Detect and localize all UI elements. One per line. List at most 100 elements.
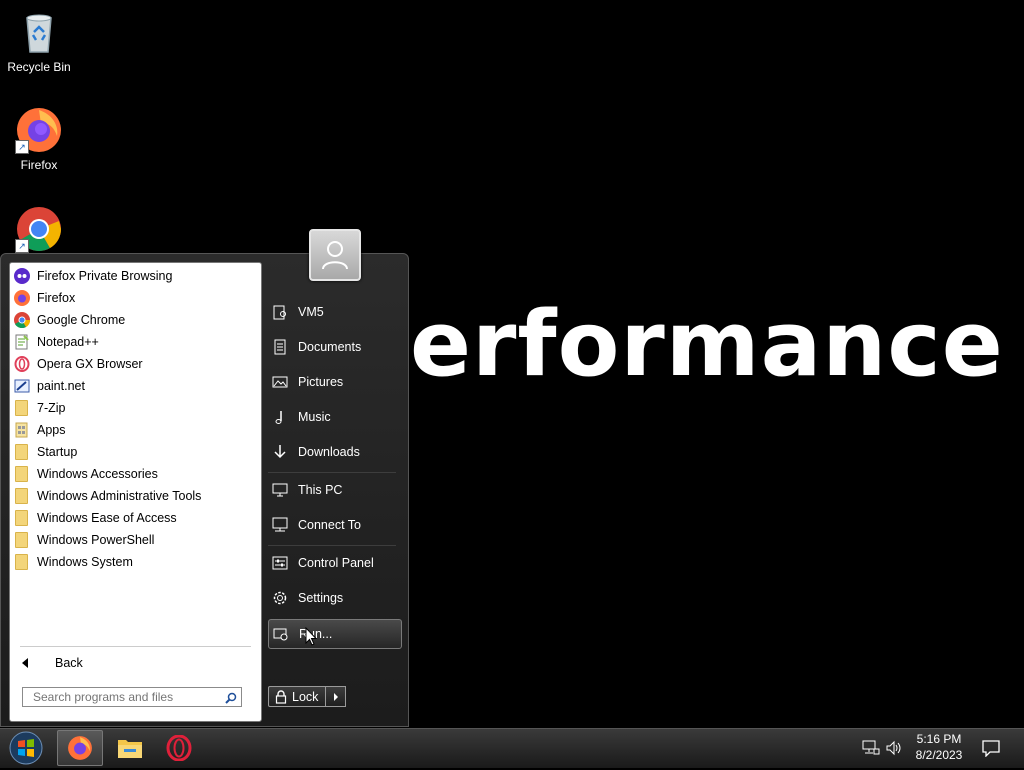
back-separator (20, 646, 251, 647)
search-box[interactable] (22, 687, 242, 707)
program-item-label: Google Chrome (37, 313, 126, 327)
search-icon[interactable] (225, 691, 237, 704)
program-item-label: Windows Accessories (37, 467, 158, 481)
shortcut-arrow-icon: ↗ (15, 239, 29, 253)
program-item-label: Windows Ease of Access (37, 511, 177, 525)
right-item-vm5[interactable]: VM5 (268, 297, 402, 327)
program-item-label: Windows PowerShell (37, 533, 155, 547)
shortcut-arrow-icon: ↗ (15, 140, 29, 154)
program-item-notepad-plus-plus[interactable]: Notepad++ (10, 331, 261, 353)
right-item-label: This PC (298, 483, 343, 497)
folder-icon (15, 466, 28, 482)
run-icon (272, 625, 290, 643)
mouse-cursor (305, 626, 318, 652)
search-input[interactable] (31, 689, 215, 705)
right-item-label: VM5 (298, 305, 324, 319)
right-item-documents[interactable]: Documents (268, 332, 402, 362)
action-center-icon[interactable] (982, 739, 1000, 762)
taskbar-app-file-explorer[interactable] (107, 730, 153, 766)
folder-icon (15, 444, 28, 460)
right-item-label: Documents (298, 340, 362, 354)
lock-icon (275, 689, 287, 704)
opera-gx-icon (14, 356, 30, 372)
program-item-7-zip[interactable]: 7-Zip (10, 397, 261, 419)
right-item-connect-to[interactable]: Connect To (268, 510, 402, 540)
back-label: Back (55, 656, 83, 670)
program-item-label: Opera GX Browser (37, 357, 143, 371)
lock-button[interactable]: Lock (268, 686, 326, 707)
paint-net-icon (14, 378, 30, 394)
program-item-paint-net[interactable]: paint.net (10, 375, 261, 397)
right-item-this-pc[interactable]: This PC (268, 475, 402, 505)
downloads-icon (271, 443, 289, 461)
apps-icon (14, 422, 30, 438)
lock-button-group: Lock (268, 686, 348, 707)
desktop-icon-firefox[interactable]: ↗ Firefox (4, 106, 74, 172)
taskbar-clock[interactable]: 5:16 PM 8/2/2023 (906, 731, 972, 763)
user-avatar-icon (322, 241, 348, 270)
right-item-label: Control Panel (298, 556, 374, 570)
right-item-pictures[interactable]: Pictures (268, 367, 402, 397)
program-item-google-chrome[interactable]: Google Chrome (10, 309, 261, 331)
program-item-windows-accessories[interactable]: Windows Accessories (10, 463, 261, 485)
right-item-label: Pictures (298, 375, 344, 389)
program-item-label: Notepad++ (37, 335, 99, 349)
taskbar-app-firefox[interactable] (57, 730, 103, 766)
program-item-label: 7-Zip (37, 401, 66, 415)
program-item-windows-powershell[interactable]: Windows PowerShell (10, 529, 261, 551)
folder-icon (15, 400, 28, 416)
taskbar-app-opera[interactable] (156, 730, 202, 766)
volume-icon[interactable] (885, 740, 903, 761)
folder-icon (15, 510, 28, 526)
back-arrow-icon (22, 658, 28, 668)
documents-icon (271, 338, 289, 356)
program-item-label: Firefox Private Browsing (37, 269, 173, 283)
program-item-windows-system[interactable]: Windows System (10, 551, 261, 573)
network-icon[interactable] (862, 740, 880, 761)
music-icon (271, 408, 289, 426)
program-item-firefox[interactable]: Firefox (10, 287, 261, 309)
file-explorer-icon (118, 740, 142, 758)
program-item-apps[interactable]: Apps (10, 419, 261, 441)
right-item-control-panel[interactable]: Control Panel (268, 548, 402, 578)
user-account-picture[interactable] (309, 229, 361, 281)
program-item-label: Windows Administrative Tools (37, 489, 202, 503)
wallpaper-text: erformance (410, 292, 1004, 397)
program-item-startup[interactable]: Startup (10, 441, 261, 463)
right-item-label: Settings (298, 591, 344, 605)
right-item-downloads[interactable]: Downloads (268, 437, 402, 467)
desktop-icon-label: Firefox (20, 158, 58, 172)
firefox-icon: ↗ (15, 106, 63, 154)
right-item-run[interactable]: Run... (268, 619, 402, 649)
start-button[interactable] (7, 731, 45, 765)
desktop-icon-label: Recycle Bin (7, 60, 71, 74)
opera-icon (166, 735, 192, 761)
right-item-music[interactable]: Music (268, 402, 402, 432)
desktop-icon-recycle-bin[interactable]: Recycle Bin (4, 8, 74, 74)
program-item-firefox-private[interactable]: Firefox Private Browsing (10, 265, 261, 287)
desktop-icon-chrome[interactable]: ↗ (4, 205, 74, 257)
program-item-opera-gx[interactable]: Opera GX Browser (10, 353, 261, 375)
program-item-label: Windows System (37, 555, 133, 569)
power-options-arrow[interactable] (326, 686, 346, 707)
start-menu-programs-pane: Firefox Private Browsing Firefox Google … (9, 262, 262, 722)
back-button[interactable]: Back (20, 652, 250, 674)
pictures-icon (271, 373, 289, 391)
notepad-plus-plus-icon (14, 334, 30, 350)
firefox-private-icon (14, 268, 30, 284)
program-item-windows-ease-of-access[interactable]: Windows Ease of Access (10, 507, 261, 529)
settings-gear-icon (271, 589, 289, 607)
folder-icon (15, 554, 28, 570)
firefox-icon (68, 736, 92, 760)
right-item-settings[interactable]: Settings (268, 583, 402, 613)
windows-orb-icon (9, 731, 43, 765)
this-pc-icon (271, 481, 289, 499)
chrome-icon (14, 312, 31, 329)
folder-icon (15, 532, 28, 548)
program-item-label: Startup (37, 445, 78, 459)
firefox-icon (14, 290, 30, 306)
chrome-icon: ↗ (15, 205, 63, 253)
clock-date: 8/2/2023 (915, 748, 963, 762)
program-item-windows-administrative-tools[interactable]: Windows Administrative Tools (10, 485, 261, 507)
program-item-label: Apps (37, 423, 66, 437)
